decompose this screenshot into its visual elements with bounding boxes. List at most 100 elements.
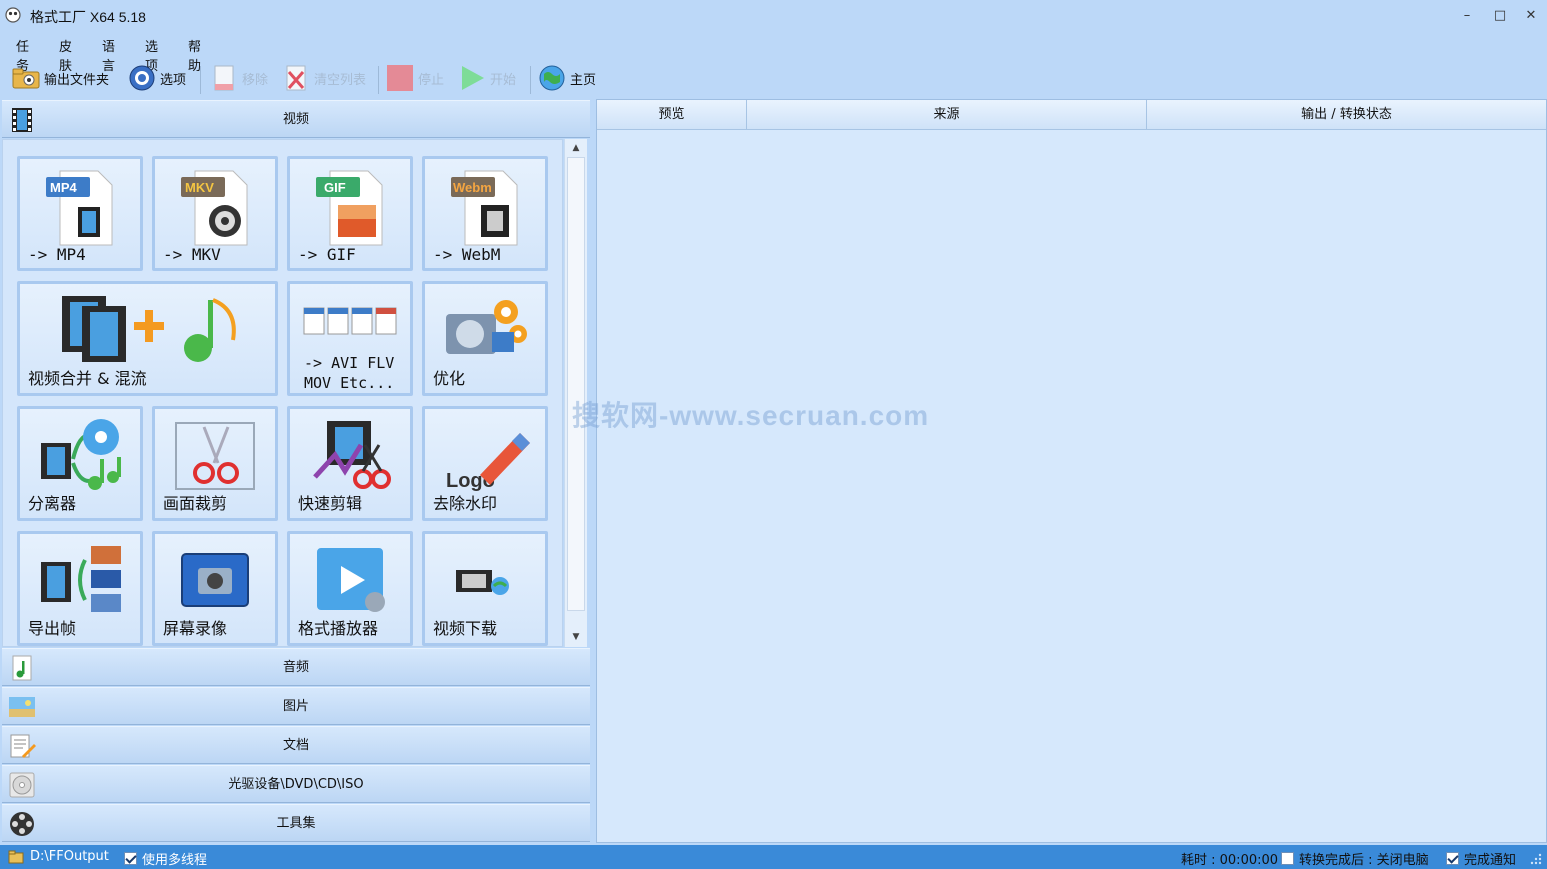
folder-icon [12, 64, 40, 92]
toolbar-divider [200, 66, 201, 94]
close-button[interactable]: ✕ [1516, 4, 1546, 28]
after-done-checkbox[interactable] [1281, 852, 1294, 865]
tile-video-download[interactable]: 视频下载 [422, 531, 548, 646]
film-reel-icon [10, 812, 34, 836]
tile-to-webm-label: -> WebM [433, 245, 501, 264]
tile-merge-mux-label: 视频合并 & 混流 [28, 369, 147, 388]
tile-crop-label: 画面裁剪 [163, 494, 228, 513]
scissors-crop-icon [175, 422, 255, 490]
elapsed-time: 耗时 : 00:00:00 [1181, 853, 1279, 868]
app-logo-icon [5, 7, 21, 23]
webm-file-icon: Webm [451, 170, 518, 246]
tile-merge-mux[interactable]: 视频合并 & 混流 [17, 281, 278, 396]
output-folder-label: 输出文件夹 [44, 72, 110, 88]
folder-small-icon [8, 850, 24, 863]
tile-quick-cut-label: 快速剪辑 [298, 494, 363, 513]
tile-crop[interactable]: 画面裁剪 [152, 406, 278, 521]
disc-icon [9, 772, 35, 798]
notify-label: 完成通知 [1464, 853, 1517, 868]
column-header-output-status[interactable]: 输出 / 转换状态 [1147, 100, 1546, 130]
column-header-source[interactable]: 来源 [747, 100, 1147, 130]
category-document[interactable]: 文档 [2, 726, 590, 764]
task-list[interactable]: 预览 来源 输出 / 转换状态 [596, 99, 1547, 843]
tile-to-mkv[interactable]: MKV -> MKV [152, 156, 278, 271]
after-done-option[interactable]: 转换完成后 : 关闭电脑 [1281, 849, 1429, 868]
resize-grip-icon[interactable] [1530, 853, 1542, 865]
webm-badge: Webm [453, 180, 492, 195]
minimize-button[interactable]: – [1452, 4, 1482, 28]
notify-checkbox[interactable] [1446, 852, 1459, 865]
tile-export-frames[interactable]: 导出帧 [17, 531, 143, 646]
toolbar: 输出文件夹 选项 移除 清空列表 停止 开始 主页 [0, 58, 1547, 98]
tile-export-frames-label: 导出帧 [28, 619, 77, 638]
tile-player[interactable]: 格式播放器 [287, 531, 413, 646]
options-label: 选项 [160, 72, 187, 88]
tile-to-mp4[interactable]: MP4 -> MP4 [17, 156, 143, 271]
splitter-icon [41, 419, 121, 490]
clear-list-button[interactable]: 清空列表 [282, 62, 366, 94]
category-tools-label: 工具集 [276, 816, 316, 831]
tile-optimize[interactable]: 优化 [422, 281, 548, 396]
tile-to-gif-label: -> GIF [298, 245, 356, 264]
output-folder-button[interactable]: 输出文件夹 [12, 62, 109, 94]
screen-record-icon [181, 553, 249, 607]
toolbar-divider [530, 66, 531, 94]
mkv-badge: MKV [185, 180, 214, 195]
audio-note-icon [12, 655, 32, 681]
tile-to-other-formats[interactable]: -> AVI FLV MOV Etc... [287, 281, 413, 396]
image-landscape-icon [9, 697, 35, 717]
scroll-thumb[interactable] [567, 157, 585, 611]
multithread-label: 使用多线程 [142, 853, 208, 868]
video-download-icon [456, 570, 509, 595]
tile-screen-record[interactable]: 屏幕录像 [152, 531, 278, 646]
scroll-up-arrow-icon[interactable]: ▲ [565, 139, 587, 157]
eraser-icon: Logo [446, 433, 530, 492]
output-path[interactable]: D:\FFOutput [8, 849, 109, 864]
multithread-checkbox[interactable] [124, 852, 137, 865]
scroll-down-arrow-icon[interactable]: ▼ [565, 628, 587, 646]
gear-icon [128, 64, 156, 92]
globe-icon [538, 64, 566, 92]
home-button[interactable]: 主页 [538, 62, 596, 94]
category-image[interactable]: 图片 [2, 687, 590, 725]
tile-quick-cut[interactable]: 快速剪辑 [287, 406, 413, 521]
toolbar-divider [378, 66, 379, 94]
gif-badge: GIF [324, 180, 346, 195]
play-icon [458, 64, 486, 92]
category-optical-label: 光驱设备\DVD\CD\ISO [228, 777, 364, 792]
gif-file-icon: GIF [316, 170, 383, 246]
export-frames-icon [41, 546, 121, 612]
tile-splitter[interactable]: 分离器 [17, 406, 143, 521]
start-button[interactable]: 开始 [458, 62, 516, 94]
category-tools[interactable]: 工具集 [2, 804, 590, 842]
output-path-text: D:\FFOutput [30, 849, 109, 864]
category-video[interactable]: 视频 [2, 100, 590, 138]
tile-to-webm[interactable]: Webm -> WebM [422, 156, 548, 271]
category-optical[interactable]: 光驱设备\DVD\CD\ISO [2, 765, 590, 803]
remove-label: 移除 [242, 72, 269, 88]
remove-button[interactable]: 移除 [210, 62, 268, 94]
after-done-label: 转换完成后 : 关闭电脑 [1299, 853, 1429, 868]
clear-list-label: 清空列表 [314, 72, 367, 88]
options-button[interactable]: 选项 [128, 62, 186, 94]
maximize-button[interactable]: □ [1485, 4, 1515, 28]
document-pencil-icon [10, 734, 36, 758]
multithread-option[interactable]: 使用多线程 [124, 849, 207, 868]
category-audio[interactable]: 音频 [2, 648, 590, 686]
tile-remove-logo[interactable]: Logo 去除水印 [422, 406, 548, 521]
mp4-file-icon: MP4 [46, 170, 113, 246]
notify-option[interactable]: 完成通知 [1446, 849, 1516, 868]
watermark-text: 搜软网-www.secruan.com [572, 400, 930, 431]
tile-to-gif[interactable]: GIF -> GIF [287, 156, 413, 271]
mkv-file-icon: MKV [181, 170, 248, 246]
tools-scrollbar[interactable]: ▲ ▼ [564, 139, 587, 647]
category-video-label: 视频 [282, 112, 309, 127]
start-label: 开始 [490, 72, 517, 88]
tile-to-mkv-label: -> MKV [163, 245, 221, 264]
format-files-icon [303, 307, 397, 335]
tile-optimize-label: 优化 [433, 369, 466, 388]
column-header-preview[interactable]: 预览 [597, 100, 747, 130]
quick-cut-icon [313, 421, 391, 489]
stop-button[interactable]: 停止 [386, 62, 444, 94]
status-bar: D:\FFOutput 使用多线程 耗时 : 00:00:00 转换完成后 : … [0, 845, 1547, 869]
